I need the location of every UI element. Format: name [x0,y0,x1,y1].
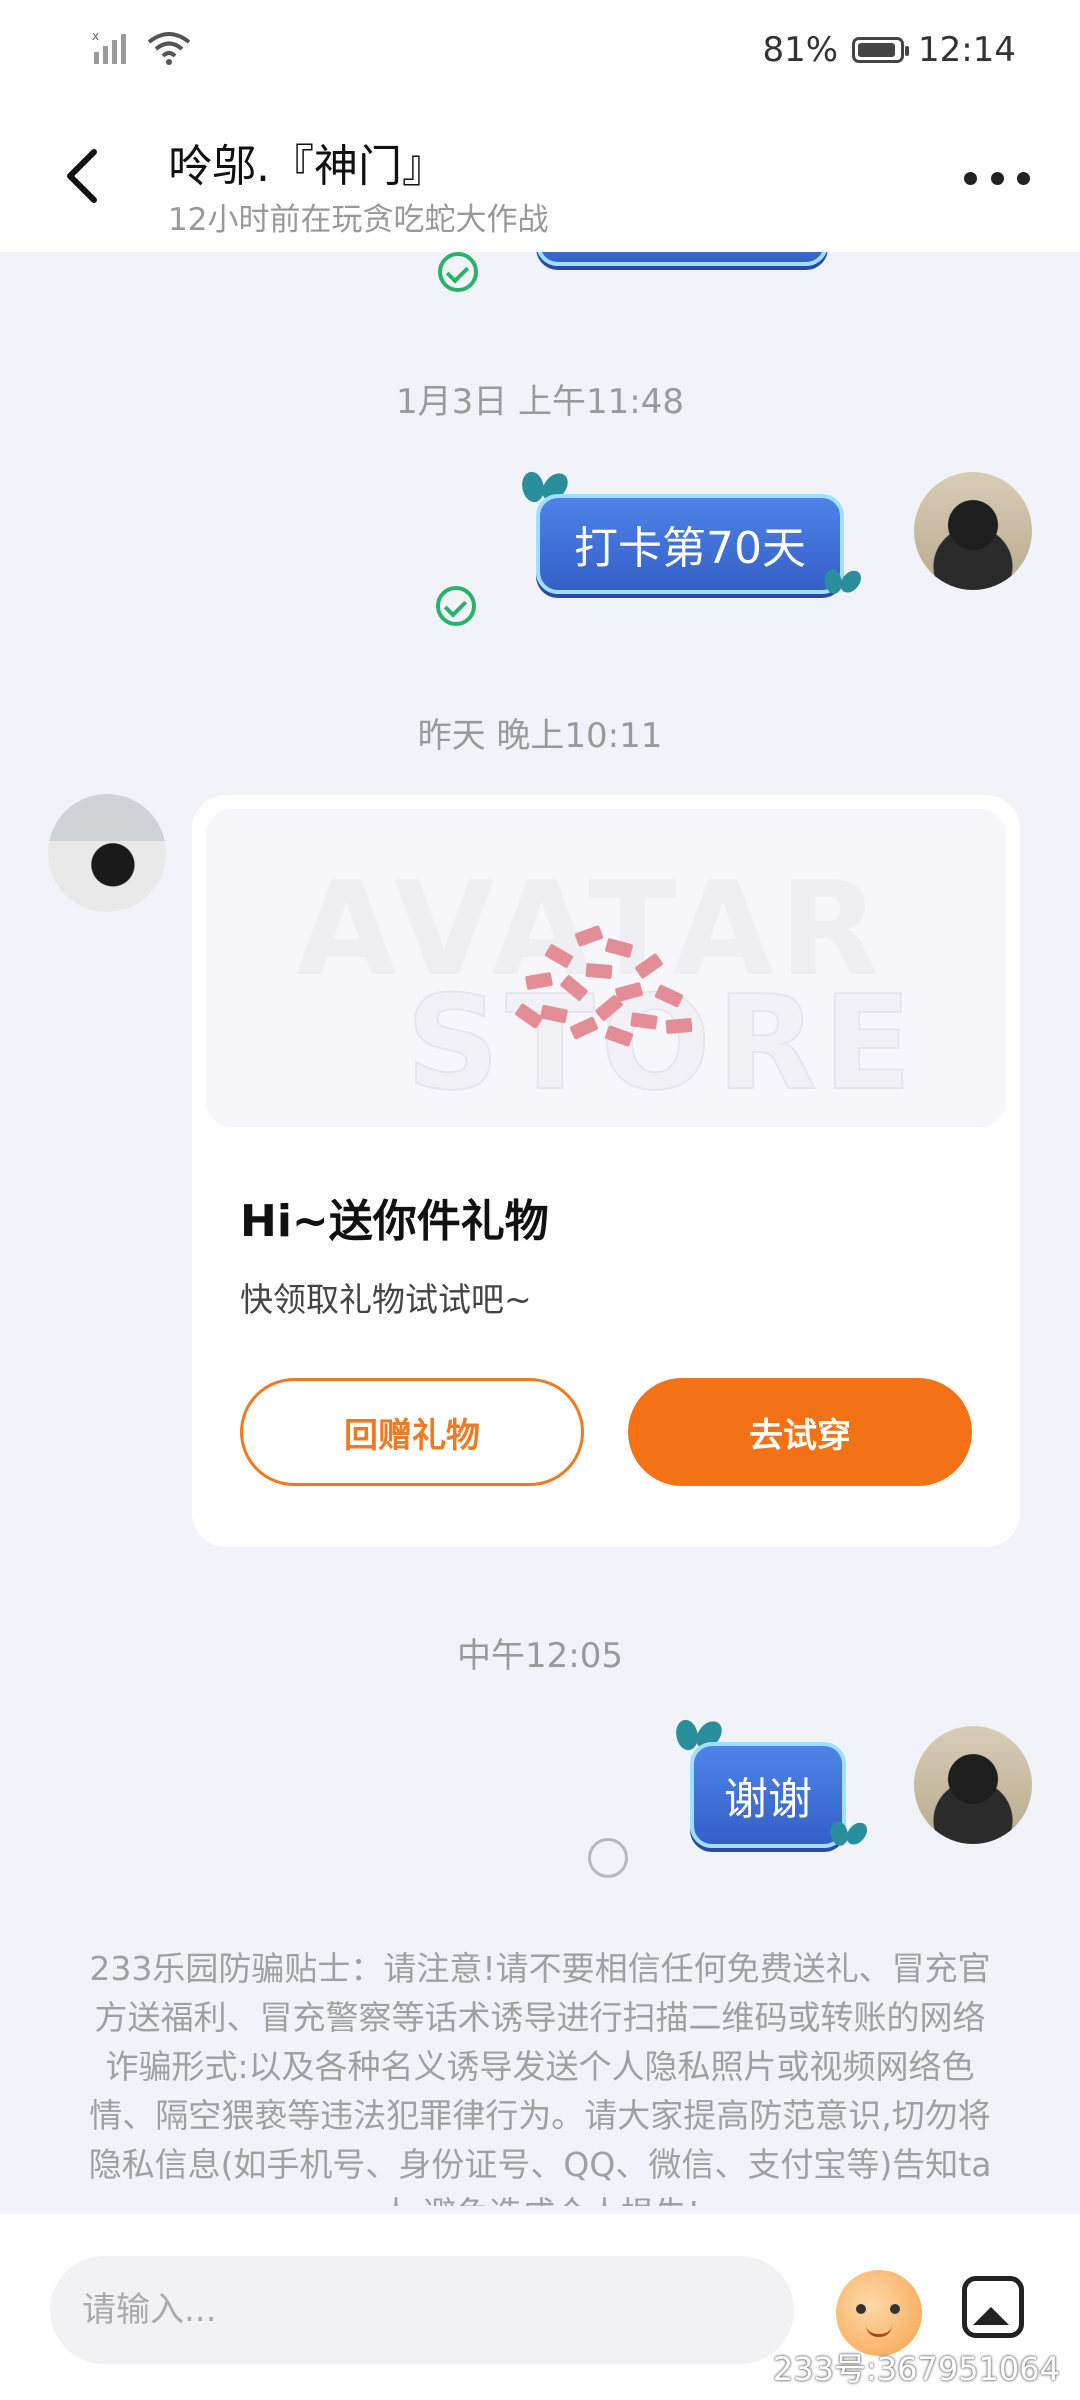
timestamp: 中午12:05 [457,1636,623,1676]
my-avatar[interactable] [914,472,1032,590]
read-check-icon [436,586,476,626]
sending-status-icon [588,1838,628,1878]
more-options-button[interactable] [964,160,1030,196]
message-bubble-thanks[interactable]: 谢谢 [690,1742,846,1848]
cash-pile-image [506,919,706,1049]
status-icons-right: 81% 12:14 [762,30,1016,70]
chat-header: 呤邬.『神门』 12小时前在玩贪吃蛇大作战 [0,100,1080,252]
signal-icon: x [92,30,126,64]
button-label: 回赠礼物 [344,1415,480,1456]
contact-name: 呤邬.『神门』 [168,141,446,192]
wifi-icon [147,32,191,65]
button-label: 去试穿 [749,1415,851,1456]
clock: 12:14 [918,30,1016,70]
try-on-button[interactable]: 去试穿 [628,1378,972,1486]
more-dot-icon [1017,171,1030,185]
my-avatar[interactable] [914,1726,1032,1844]
user-id-watermark: 233号:367951064 [772,2350,1060,2388]
contact-status: 12小时前在玩贪吃蛇大作战 [168,202,549,238]
read-check-icon [438,252,478,292]
timestamp: 昨天 晚上10:11 [417,716,663,756]
gift-description: 快领取礼物试试吧~ [240,1280,532,1319]
chevron-left-icon [67,149,97,203]
gift-image: AVATAR STORE [206,809,1006,1127]
svg-text:x: x [92,30,99,43]
battery-icon [852,37,910,63]
timestamp: 1月3日 上午11:48 [395,382,685,422]
back-button[interactable] [56,144,112,208]
contact-avatar[interactable] [48,794,166,912]
message-text: 打卡第70天 [574,523,806,574]
message-input[interactable] [50,2256,794,2364]
butterfly-decoration-icon [824,570,859,599]
status-bar: x 81% 12:14 [0,0,1080,100]
message-text: 谢谢 [724,1774,812,1825]
gift-title: Hi~送你件礼物 [240,1196,549,1247]
butterfly-decoration-icon [830,1822,865,1851]
return-gift-button[interactable]: 回赠礼物 [240,1378,584,1486]
more-dot-icon [964,171,977,185]
anti-fraud-notice: 233乐园防骗贴士：请注意!请不要相信任何免费送礼、冒充官方送福利、冒充警察等话… [88,1949,992,2206]
input-bar: 233号:367951064 [0,2214,1080,2400]
status-icons-left: x [92,30,192,66]
more-dot-icon [990,171,1004,185]
message-bubble-checkin[interactable]: 打卡第70天 [536,494,844,594]
image-button[interactable] [962,2276,1024,2338]
chat-screen: x 81% 12:14 呤邬.『神门』 12小时前在玩贪吃蛇大作战 1月3日 上… [0,0,1080,2400]
gift-card[interactable]: AVATAR STORE Hi~送你件礼物 快领取礼物试试吧~ 回赠礼物 去试穿 [192,795,1020,1547]
battery-percent: 81% [762,30,839,70]
